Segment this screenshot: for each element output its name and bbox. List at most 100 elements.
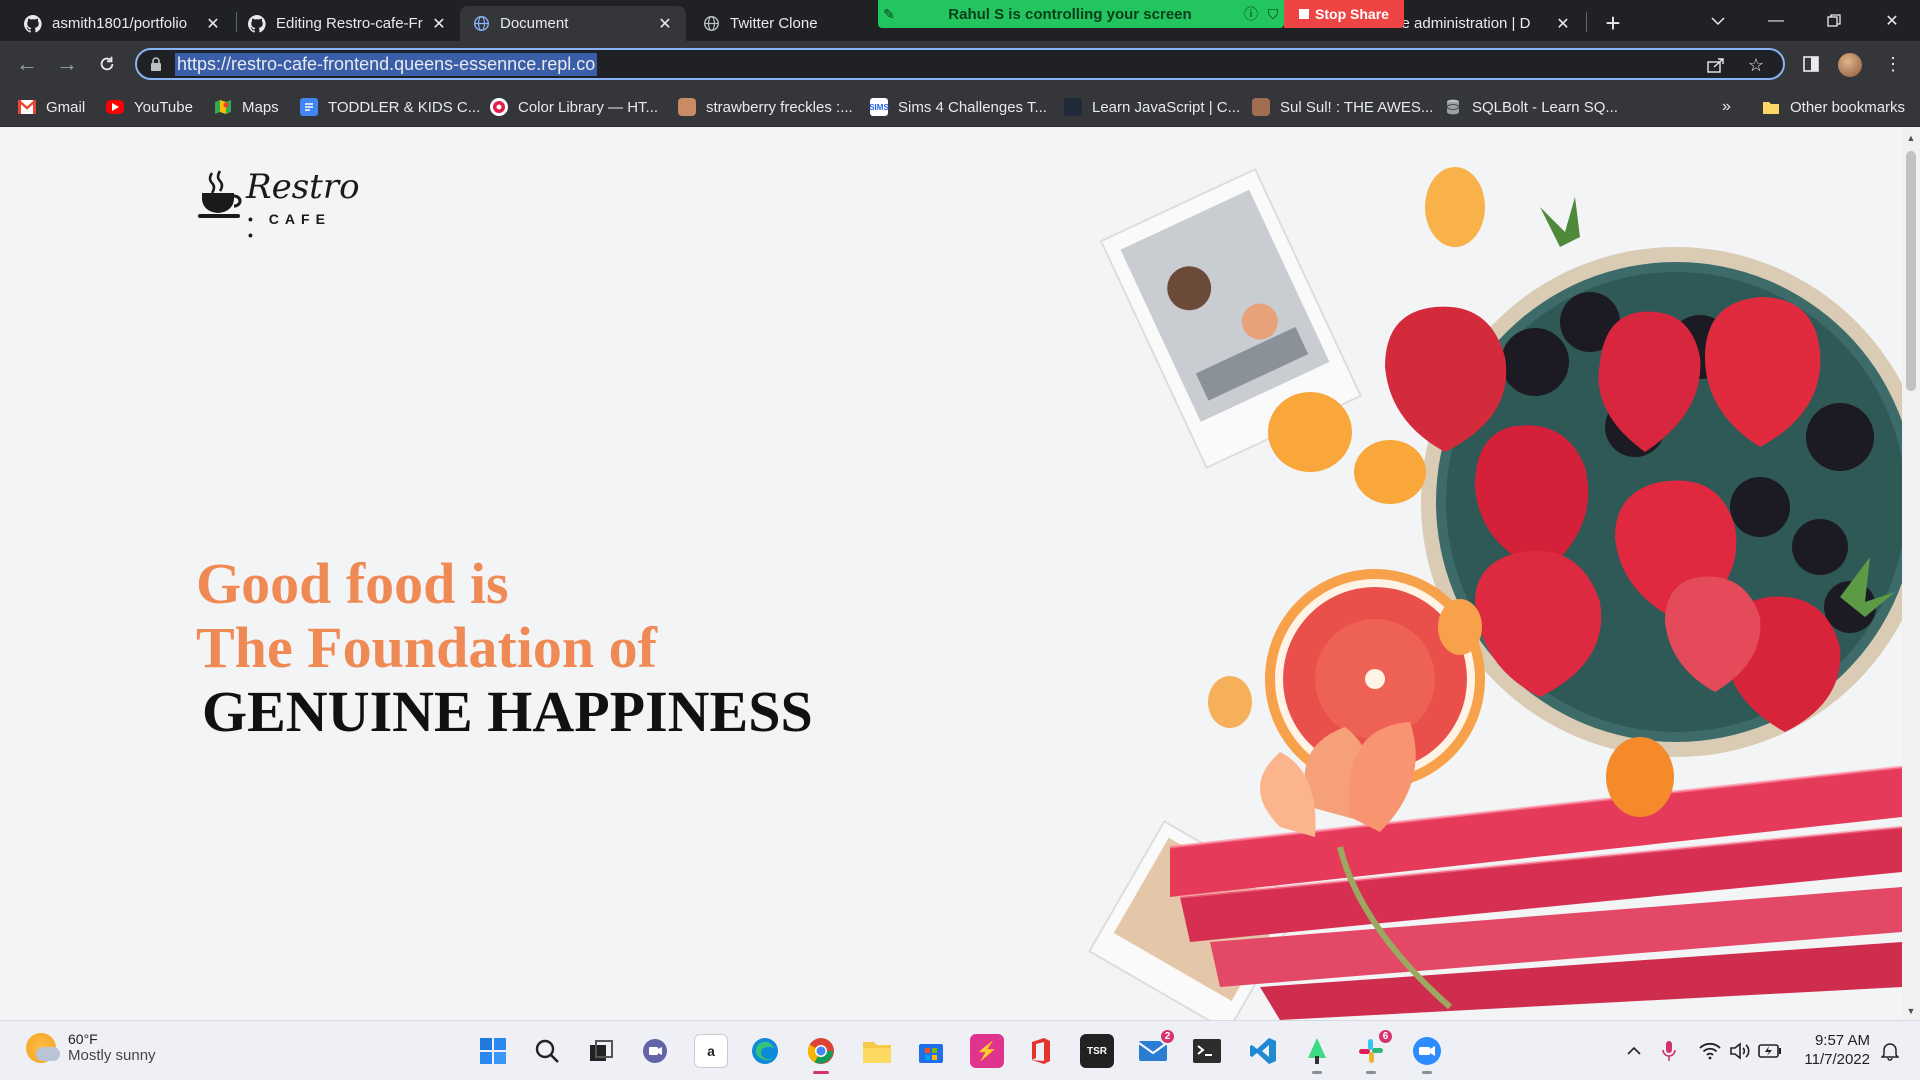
amazon-icon[interactable]: a <box>694 1034 728 1068</box>
docs-icon <box>300 98 318 116</box>
bookmark-label: YouTube <box>134 98 193 116</box>
bookmark-sqlbolt[interactable]: SQLBolt - Learn SQ... <box>1444 95 1618 119</box>
address-bar[interactable]: https://restro-cafe-frontend.queens-esse… <box>135 48 1785 80</box>
partly-sunny-icon <box>26 1032 60 1063</box>
remote-control-icon: ✎ <box>883 5 895 22</box>
close-icon[interactable]: ✕ <box>430 14 448 34</box>
logo-subtitle: • CAFE • <box>248 211 331 243</box>
lock-icon[interactable] <box>137 57 175 71</box>
close-icon[interactable]: ✕ <box>1554 14 1572 34</box>
bookmark-strawberry-freckles[interactable]: strawberry freckles :... <box>678 95 853 119</box>
screen-share-message: Rahul S is controlling your screen <box>948 5 1192 23</box>
hero-line-1: Good food is <box>196 551 509 616</box>
system-clock[interactable]: 9:57 AM 11/7/2022 <box>1790 1031 1870 1069</box>
bookmark-sims-challenges[interactable]: SIMS Sims 4 Challenges T... <box>869 95 1047 119</box>
battery-icon[interactable] <box>1758 1039 1782 1063</box>
tab-twitter-clone[interactable]: Twitter Clone <box>690 6 880 41</box>
weather-widget[interactable]: 60°F Mostly sunny <box>26 1031 156 1064</box>
file-explorer-icon[interactable] <box>860 1034 894 1068</box>
info-icon[interactable]: ⓘ <box>1240 4 1262 24</box>
maps-icon <box>214 98 232 116</box>
android-studio-icon[interactable] <box>1300 1034 1334 1074</box>
page-scrollbar[interactable]: ▲ ▼ <box>1902 127 1920 1020</box>
coffee-cup-icon <box>198 170 242 218</box>
terminal-icon[interactable] <box>1190 1034 1224 1068</box>
bookmark-toddler-kids[interactable]: TODDLER & KIDS C... <box>300 95 480 119</box>
stop-share-button[interactable]: Stop Share <box>1284 0 1404 28</box>
bookmark-label: TODDLER & KIDS C... <box>328 98 481 116</box>
other-bookmarks-folder[interactable]: Other bookmarks <box>1762 95 1905 119</box>
tab-search-icon[interactable] <box>1690 0 1746 41</box>
office-icon[interactable] <box>1024 1034 1058 1068</box>
profile-avatar[interactable] <box>1838 53 1862 77</box>
search-icon[interactable] <box>530 1034 564 1068</box>
show-hidden-icons-chevron-icon[interactable] <box>1624 1039 1644 1063</box>
wifi-icon[interactable] <box>1698 1039 1722 1063</box>
hero-headline: Good food is The Foundation of GENUINE H… <box>196 552 813 744</box>
overflow-label: » <box>1722 98 1731 115</box>
tab-document[interactable]: Document ✕ <box>460 6 686 41</box>
bookmark-maps[interactable]: Maps <box>214 95 279 119</box>
menu-icon[interactable]: ⋮ <box>1878 49 1908 79</box>
bookmark-star-icon[interactable]: ☆ <box>1743 53 1769 77</box>
scroll-down-icon[interactable]: ▼ <box>1906 1006 1916 1016</box>
scroll-up-icon[interactable]: ▲ <box>1906 133 1916 143</box>
bookmarks-bar: Gmail YouTube Maps TODDLER & KIDS C... C… <box>0 87 1920 127</box>
close-icon[interactable]: ✕ <box>204 14 222 34</box>
restore-icon[interactable] <box>1806 0 1862 41</box>
hero-line-3: GENUINE HAPPINESS <box>202 679 813 744</box>
notification-icon[interactable] <box>1878 1039 1902 1063</box>
bookmark-sul-sul[interactable]: Sul Sul! : THE AWES... <box>1252 95 1433 119</box>
edge-icon[interactable] <box>748 1034 782 1068</box>
mail-badge: 2 <box>1159 1028 1176 1045</box>
windows-start-icon[interactable] <box>476 1034 510 1068</box>
forward-icon[interactable]: → <box>52 49 82 79</box>
tab-title: Document <box>500 15 569 32</box>
microsoft-store-icon[interactable] <box>914 1034 948 1068</box>
microphone-icon[interactable] <box>1658 1039 1680 1063</box>
teams-chat-icon[interactable] <box>638 1034 672 1068</box>
codecademy-icon <box>1064 98 1082 116</box>
close-icon[interactable]: ✕ <box>656 14 674 34</box>
github-icon <box>248 14 266 33</box>
slack-icon[interactable]: 6 <box>1354 1028 1394 1074</box>
globe-icon <box>702 15 720 33</box>
gmail-icon <box>18 98 36 116</box>
url-text[interactable]: https://restro-cafe-frontend.queens-esse… <box>175 52 598 76</box>
back-icon[interactable]: ← <box>12 49 42 79</box>
tab-title: asmith1801/portfolio <box>52 15 188 32</box>
close-window-icon[interactable]: ✕ <box>1864 0 1920 41</box>
bookmark-learn-javascript[interactable]: Learn JavaScript | C... <box>1064 95 1240 119</box>
bookmark-youtube[interactable]: YouTube <box>106 95 193 119</box>
reload-icon[interactable] <box>92 49 122 79</box>
minimize-icon[interactable]: — <box>1748 0 1804 41</box>
zoom-icon[interactable] <box>1410 1034 1444 1074</box>
bookmark-gmail[interactable]: Gmail <box>18 95 85 119</box>
side-panel-icon[interactable] <box>1796 49 1826 79</box>
chrome-icon[interactable] <box>804 1034 838 1074</box>
bookmark-color-library[interactable]: Color Library — HT... <box>490 95 658 119</box>
browser-toolbar: ← → https://restro-cafe-frontend.queens-… <box>0 41 1920 87</box>
scrollbar-thumb[interactable] <box>1906 151 1916 391</box>
restro-cafe-logo[interactable]: Restro • CAFE • <box>198 165 360 243</box>
new-tab-button[interactable]: + <box>1598 8 1628 38</box>
tab-title: Twitter Clone <box>730 15 818 32</box>
tab-portfolio[interactable]: asmith1801/portfolio ✕ <box>12 6 234 41</box>
tsr-app-icon[interactable]: TSR <box>1080 1034 1114 1068</box>
bookmark-label: Gmail <box>46 98 86 116</box>
tab-editing-restro[interactable]: Editing Restro-cafe-Fr ✕ <box>236 6 460 41</box>
bookmarks-overflow-button[interactable]: » <box>1722 95 1731 119</box>
logo-wordmark: Restro <box>246 167 360 207</box>
share-icon[interactable] <box>1703 53 1729 77</box>
github-icon <box>24 14 42 33</box>
database-icon <box>1444 98 1462 116</box>
volume-icon[interactable] <box>1728 1039 1752 1063</box>
task-view-icon[interactable] <box>584 1034 618 1068</box>
mail-icon[interactable]: 2 <box>1136 1028 1176 1068</box>
pink-app-icon[interactable]: ⚡ <box>970 1034 1004 1068</box>
sims-icon: SIMS <box>869 98 889 116</box>
globe-icon <box>472 15 490 33</box>
shield-icon: ⛉ <box>1267 5 1279 22</box>
vscode-icon[interactable] <box>1246 1034 1280 1068</box>
folder-icon <box>1762 98 1780 116</box>
